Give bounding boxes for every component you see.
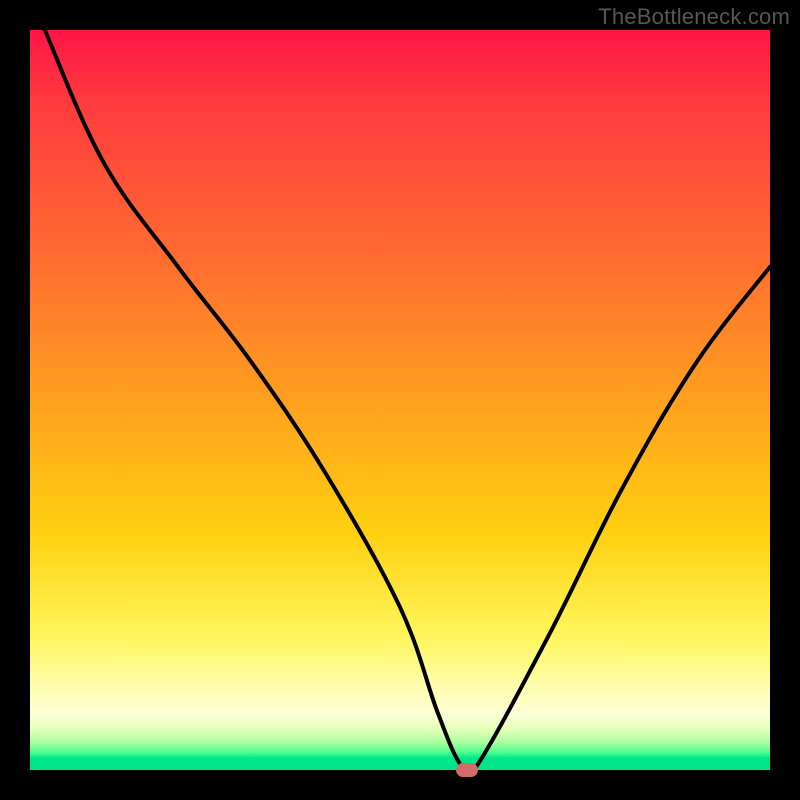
optimum-marker: [456, 763, 478, 777]
bottleneck-curve: [30, 30, 770, 770]
plot-area: [30, 30, 770, 770]
watermark-text: TheBottleneck.com: [598, 4, 790, 30]
chart-frame: TheBottleneck.com: [0, 0, 800, 800]
